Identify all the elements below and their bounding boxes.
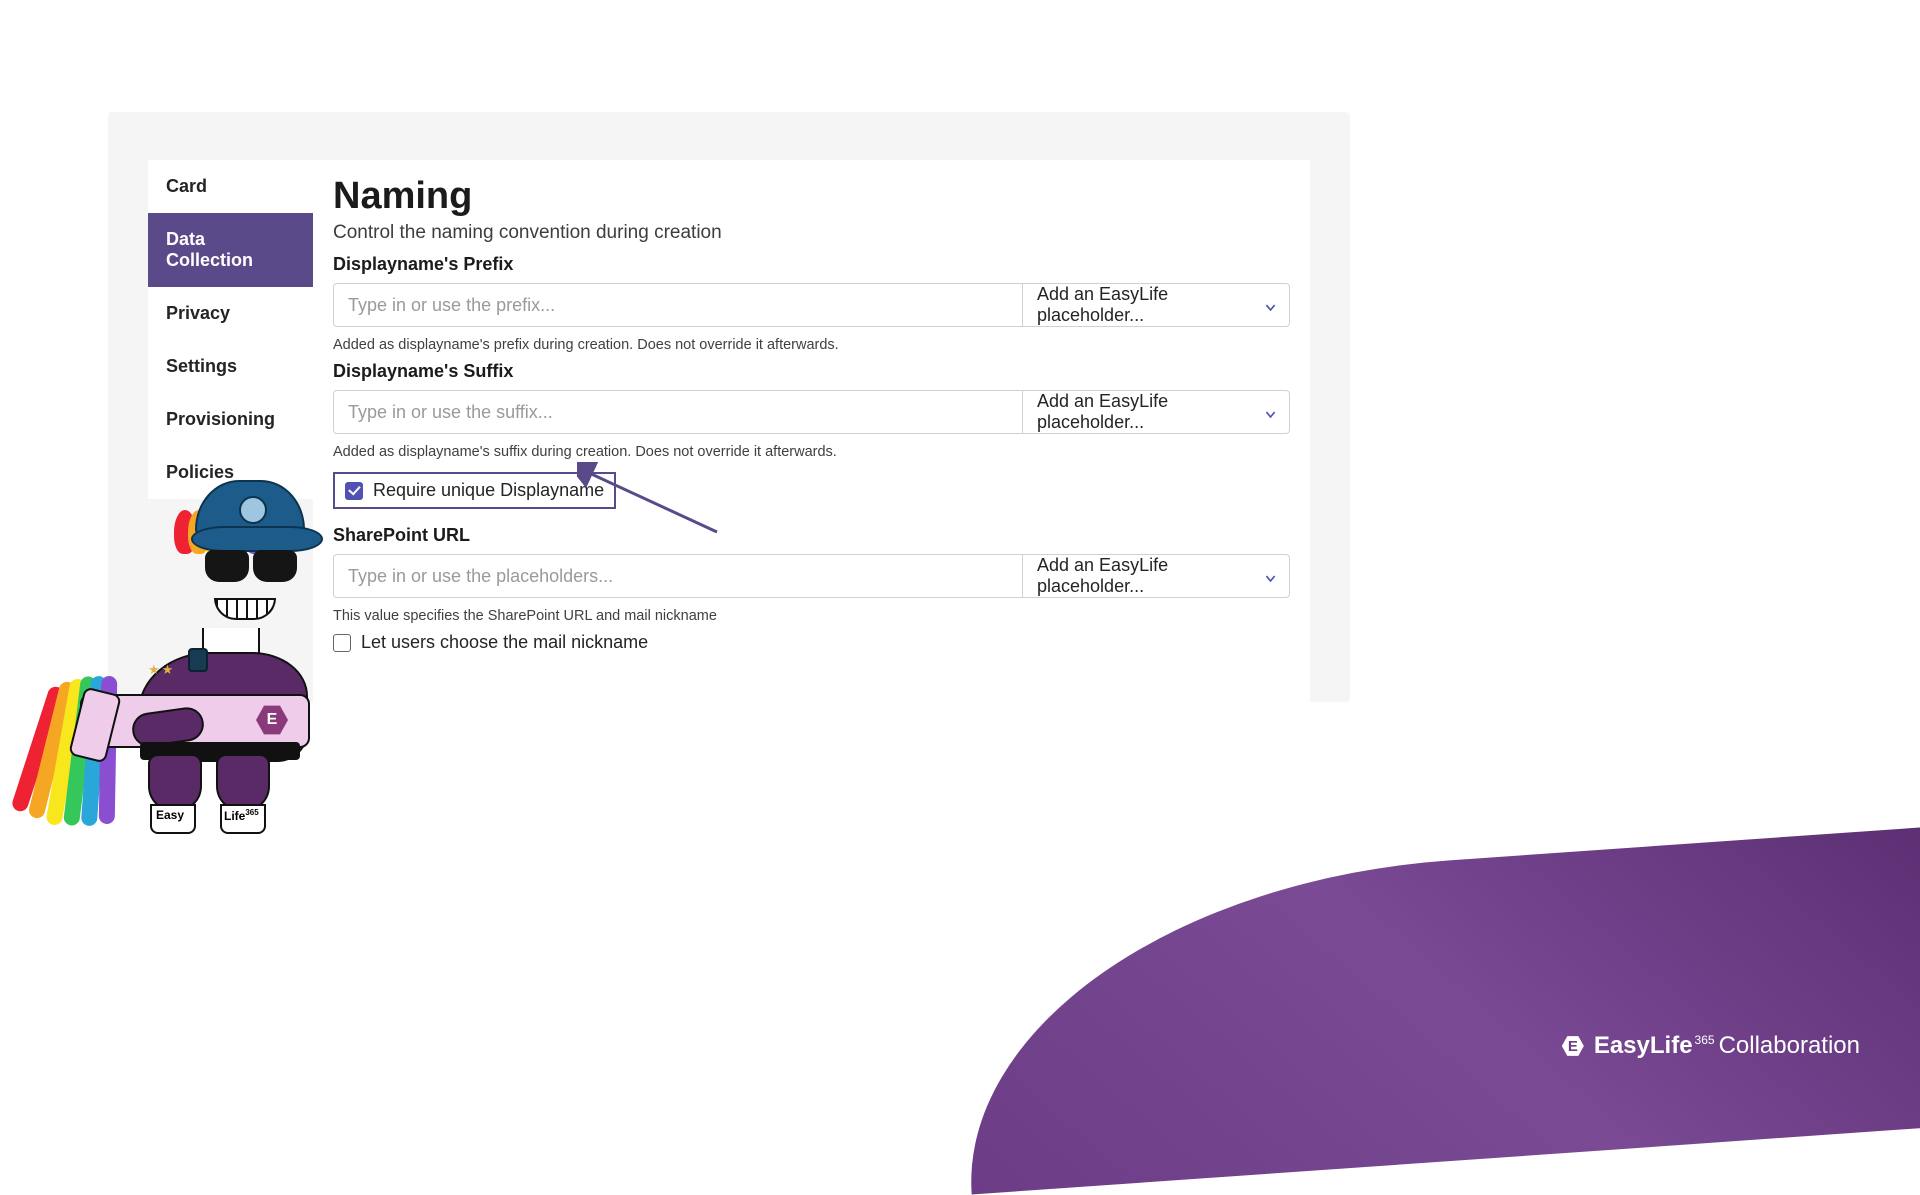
prefix-input[interactable] (333, 283, 1022, 327)
sidebar-item-card[interactable]: Card (148, 160, 313, 213)
page-title: Naming (333, 175, 1290, 218)
suffix-hint: Added as displayname's suffix during cre… (333, 444, 1290, 460)
chevron-down-icon (1264, 298, 1277, 312)
main-panel: Naming Control the naming convention dur… (313, 160, 1310, 776)
sp-url-input[interactable] (333, 554, 1022, 598)
prefix-row: Add an EasyLife placeholder... (333, 283, 1290, 327)
page-subtitle: Control the naming convention during cre… (333, 222, 1290, 244)
chevron-down-icon (1264, 569, 1277, 583)
nickname-label: Let users choose the mail nickname (361, 632, 648, 653)
dropdown-label: Add an EasyLife placeholder... (1037, 555, 1264, 597)
sidebar-item-privacy[interactable]: Privacy (148, 287, 313, 340)
nickname-checkbox[interactable] (333, 634, 351, 652)
brand-swoosh (951, 825, 1920, 1194)
unique-displayname-label: Require unique Displayname (373, 480, 604, 501)
unique-displayname-row: Require unique Displayname (345, 480, 604, 501)
sidebar-item-settings[interactable]: Settings (148, 340, 313, 393)
dropdown-label: Add an EasyLife placeholder... (1037, 284, 1264, 326)
suffix-row: Add an EasyLife placeholder... (333, 390, 1290, 434)
mascot-blaster (80, 694, 310, 748)
prefix-hint: Added as displayname's prefix during cre… (333, 337, 1290, 353)
brand-footer: E EasyLife365Collaboration (1562, 1032, 1860, 1060)
chevron-down-icon (1264, 405, 1277, 419)
suffix-placeholder-dropdown[interactable]: Add an EasyLife placeholder... (1022, 390, 1290, 434)
brand-name: EasyLife365Collaboration (1594, 1032, 1860, 1060)
sidebar-item-data-collection[interactable]: Data Collection (148, 213, 313, 287)
sp-url-hint: This value specifies the SharePoint URL … (333, 608, 1290, 624)
prefix-label: Displayname's Prefix (333, 254, 1290, 275)
settings-card: Card Data Collection Privacy Settings Pr… (108, 112, 1350, 702)
mascot-hoof-right-label: Life365 (224, 808, 259, 823)
sidebar-item-provisioning[interactable]: Provisioning (148, 393, 313, 446)
brand-hex-icon: E (1562, 1035, 1584, 1057)
prefix-placeholder-dropdown[interactable]: Add an EasyLife placeholder... (1022, 283, 1290, 327)
sidebar-item-policies[interactable]: Policies (148, 446, 313, 499)
nickname-row: Let users choose the mail nickname (333, 632, 1290, 653)
dropdown-label: Add an EasyLife placeholder... (1037, 391, 1264, 433)
unique-displayname-highlight: Require unique Displayname (333, 472, 616, 509)
sp-url-row: Add an EasyLife placeholder... (333, 554, 1290, 598)
mascot-hoof-left-label: Easy (156, 808, 184, 822)
unique-displayname-checkbox[interactable] (345, 482, 363, 500)
mascot-blaster-badge: E (256, 704, 288, 736)
sp-url-label: SharePoint URL (333, 525, 1290, 546)
mascot-tail (30, 680, 140, 830)
suffix-input[interactable] (333, 390, 1022, 434)
suffix-label: Displayname's Suffix (333, 361, 1290, 382)
sidebar: Card Data Collection Privacy Settings Pr… (148, 160, 313, 499)
sp-url-placeholder-dropdown[interactable]: Add an EasyLife placeholder... (1022, 554, 1290, 598)
